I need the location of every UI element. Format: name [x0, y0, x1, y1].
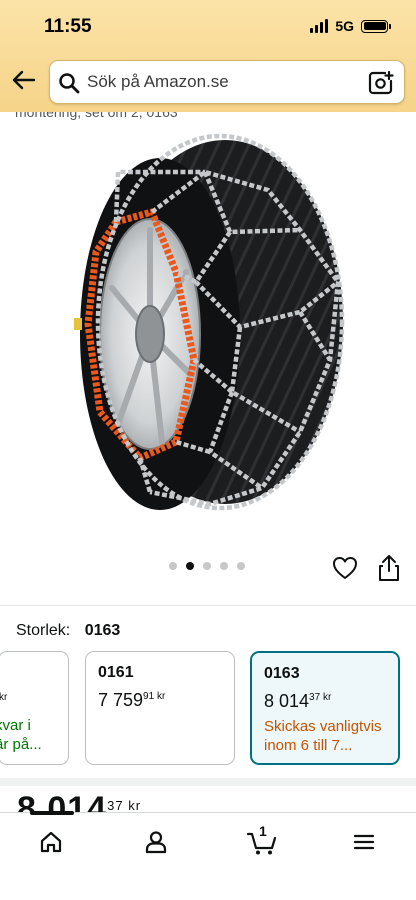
option-price-whole: 8 014 — [264, 691, 310, 711]
snow-chain-tire-image — [74, 133, 345, 511]
bottom-navigation: 1 — [0, 811, 416, 900]
image-carousel-dots[interactable] — [169, 562, 245, 570]
option-price-whole: 7 759 — [98, 690, 144, 710]
section-divider — [0, 605, 416, 606]
active-tab-indicator — [30, 811, 74, 815]
account-icon[interactable] — [136, 827, 176, 857]
menu-icon[interactable] — [344, 827, 384, 857]
status-time: 11:55 — [44, 16, 92, 37]
section-divider — [0, 778, 416, 786]
size-option-card-0163-selected[interactable]: 0163 8 01437 kr Skickas vanligtvis inom … — [250, 651, 400, 765]
search-input[interactable] — [87, 61, 357, 103]
option-availability: kvar i är på... — [0, 716, 67, 754]
carousel-dot-active[interactable] — [186, 562, 194, 570]
back-arrow-icon[interactable] — [10, 66, 38, 94]
home-icon[interactable] — [31, 827, 71, 857]
app-header: 11:55 5G — [0, 0, 416, 112]
cart-icon[interactable]: 1 — [242, 823, 282, 857]
carousel-dot[interactable] — [237, 562, 245, 570]
size-option-card-0161[interactable]: 0161 7 75991 kr — [85, 651, 235, 765]
battery-icon — [361, 19, 391, 33]
network-label: 5G — [335, 18, 354, 34]
option-availability: Skickas vanligtvis inom 6 till 7... — [264, 717, 398, 755]
carousel-dot[interactable] — [203, 562, 211, 570]
signal-icon — [310, 19, 329, 33]
option-note-line: Skickas vanligtvis — [264, 718, 382, 735]
status-bar: 11:55 5G — [0, 0, 416, 52]
option-price: kr — [0, 692, 7, 703]
option-currency: kr — [322, 692, 332, 703]
price-currency: kr — [128, 798, 142, 813]
option-name: 0161 — [98, 664, 134, 681]
cart-count-badge: 1 — [259, 823, 267, 839]
option-name: 0163 — [264, 665, 300, 682]
option-currency: kr — [0, 692, 8, 703]
option-note-line: inom 6 till 7... — [264, 737, 353, 754]
search-icon — [58, 72, 80, 94]
size-selector-label: Storlek: 0163 — [16, 622, 120, 640]
option-note-line: kvar i — [0, 717, 31, 734]
product-image[interactable] — [0, 112, 416, 550]
option-price-fraction: 91 — [143, 691, 155, 702]
size-value: 0163 — [84, 622, 121, 639]
price-fraction: 37 — [107, 798, 124, 813]
size-label: Storlek: — [16, 622, 71, 639]
option-price: 7 75991 kr — [98, 690, 165, 711]
option-currency: kr — [156, 691, 166, 702]
carousel-dot[interactable] — [220, 562, 228, 570]
carousel-dot[interactable] — [169, 562, 177, 570]
size-option-card[interactable]: kr kvar i är på... — [0, 651, 69, 765]
share-icon[interactable] — [377, 554, 401, 582]
option-price-fraction: 37 — [309, 692, 321, 703]
status-icons: 5G — [310, 18, 391, 34]
heart-icon[interactable] — [332, 556, 358, 580]
option-note-line: är på... — [0, 736, 42, 753]
option-price: 8 01437 kr — [264, 691, 331, 712]
search-bar[interactable] — [49, 60, 405, 104]
camera-search-icon[interactable] — [368, 70, 394, 96]
